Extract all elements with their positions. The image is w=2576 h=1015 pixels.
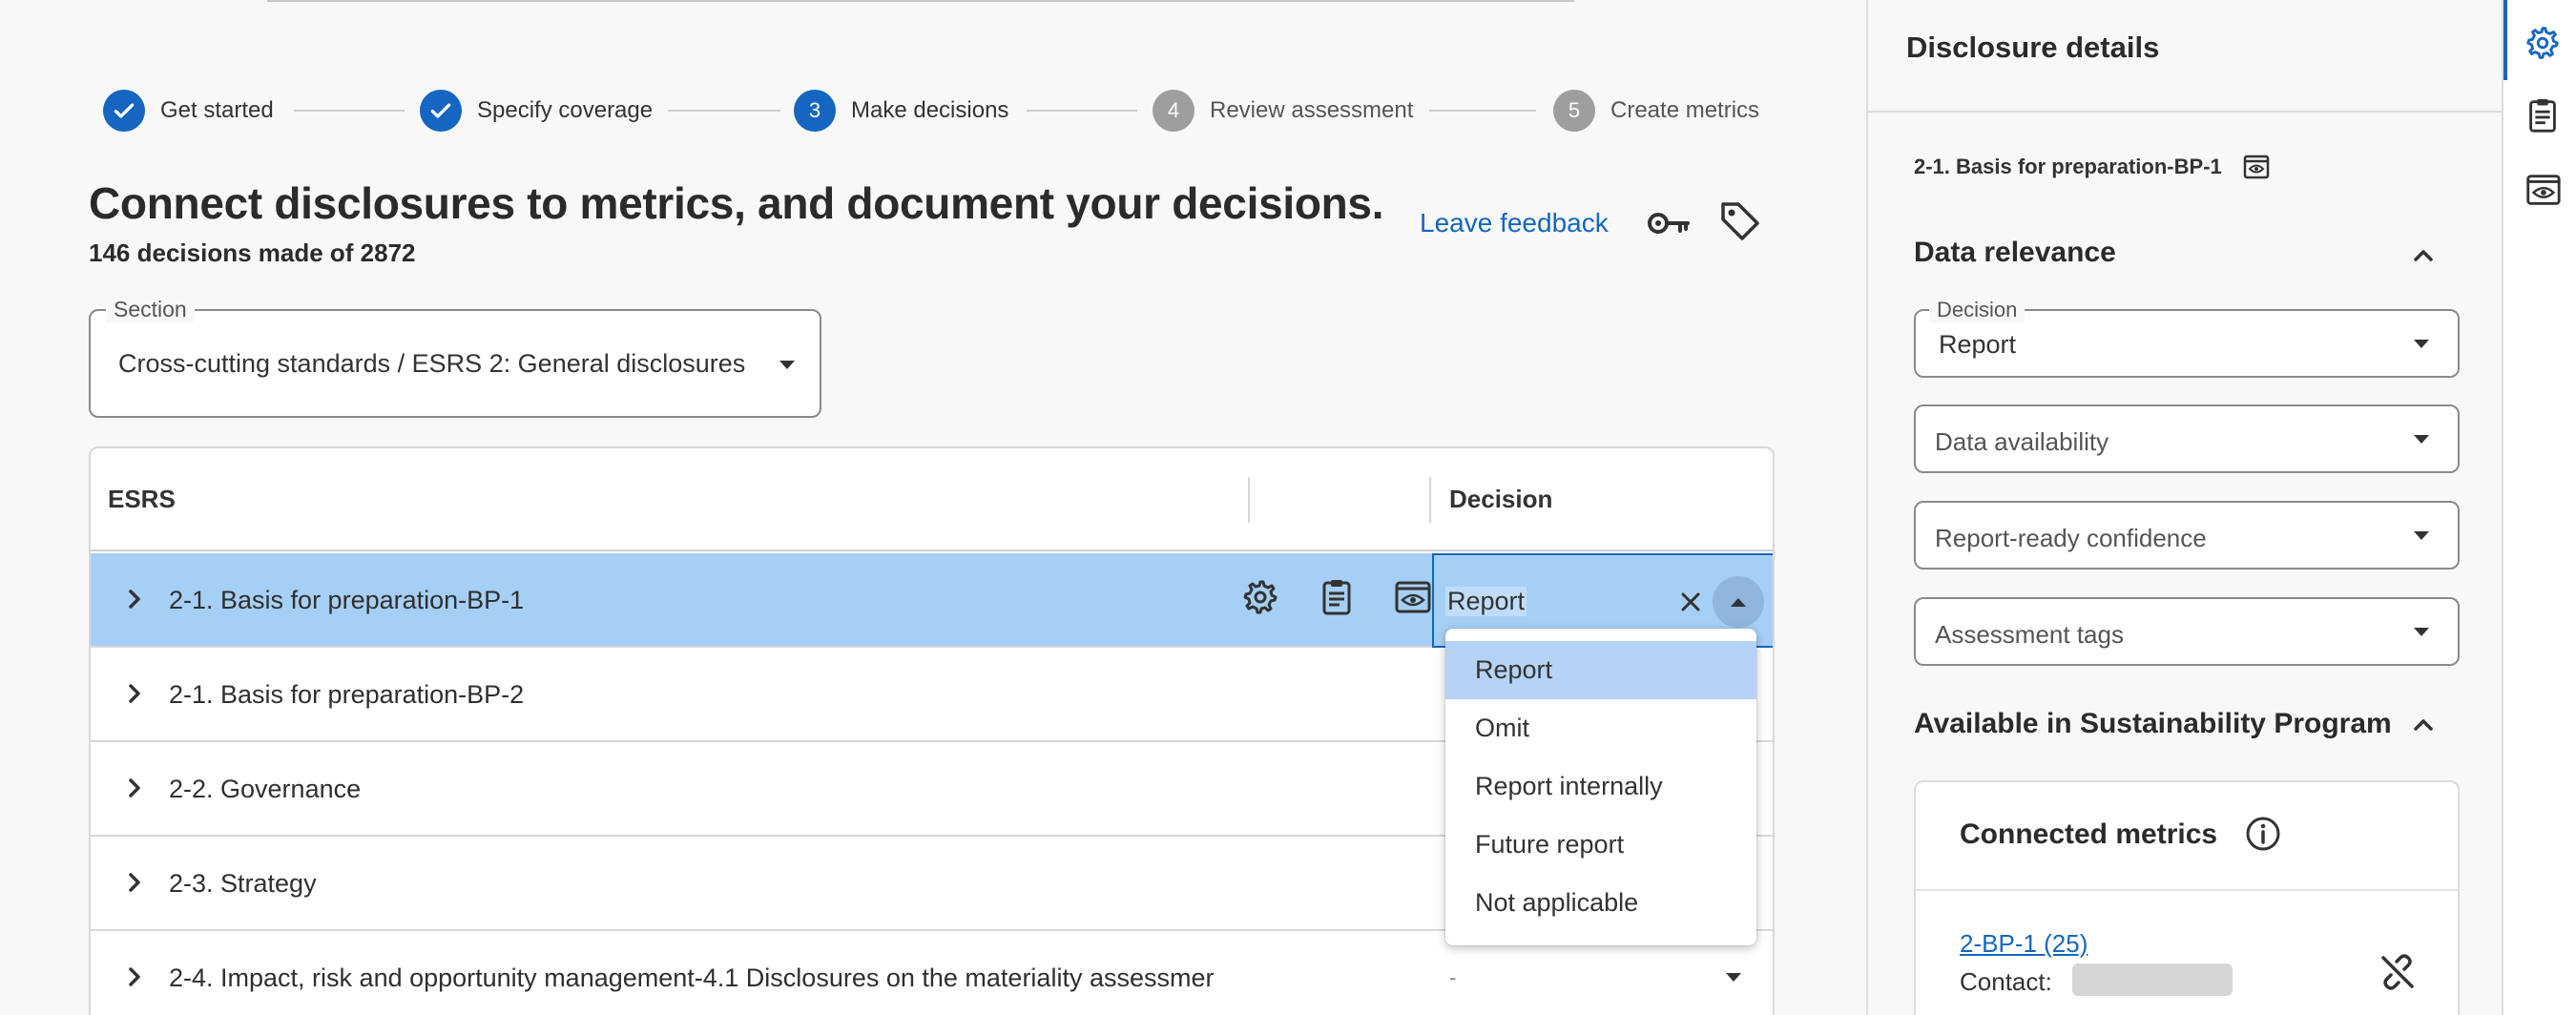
option-omit[interactable]: Omit xyxy=(1445,699,1756,757)
step-get-started[interactable]: Get started xyxy=(103,84,274,137)
top-progress-line xyxy=(267,0,1574,2)
step-label: Specify coverage xyxy=(477,97,654,123)
confidence-placeholder: Report-ready confidence xyxy=(1935,524,2207,552)
step-review-assessment[interactable]: 4 Review assessment xyxy=(1153,84,1413,137)
row-label: 2-4. Impact, risk and opportunity manage… xyxy=(169,963,1215,992)
data-availability-select[interactable]: Data availability xyxy=(1914,404,2460,473)
info-icon[interactable] xyxy=(2244,815,2282,853)
step-label: Review assessment xyxy=(1210,97,1414,123)
chevron-right-icon[interactable] xyxy=(121,680,148,707)
option-report[interactable]: Report xyxy=(1445,641,1756,699)
stepper: Get started Specify coverage 3 Make deci… xyxy=(0,84,1813,137)
step-label: Get started xyxy=(160,97,274,123)
step-make-decisions[interactable]: 3 Make decisions xyxy=(794,84,1008,137)
caret-down-icon[interactable] xyxy=(1726,973,1741,982)
column-separator xyxy=(1429,477,1431,523)
chevron-up-icon[interactable] xyxy=(2410,242,2437,269)
decision-select-label: Decision xyxy=(1929,298,2025,322)
sustainability-program-heading: Available in Sustainability Program xyxy=(1914,708,2392,739)
caret-down-icon xyxy=(779,361,795,369)
assessment-tags-placeholder: Assessment tags xyxy=(1935,620,2124,649)
option-not-applicable[interactable]: Not applicable xyxy=(1445,874,1756,932)
step-connector xyxy=(1027,110,1137,112)
row-label: 2-1. Basis for preparation-BP-2 xyxy=(169,680,525,709)
table-header: ESRS Decision xyxy=(91,448,1773,551)
step-connector xyxy=(668,110,780,112)
tag-icon[interactable] xyxy=(1717,198,1761,244)
clipboard-icon[interactable] xyxy=(2523,95,2563,135)
metric-link[interactable]: 2-BP-1 (25) xyxy=(1960,929,2088,959)
disclosure-details-panel: Disclosure details 2-1. Basis for prepar… xyxy=(1866,0,2502,1015)
caret-down-icon xyxy=(2414,628,2429,636)
disclosure-reference: 2-1. Basis for preparation-BP-1 xyxy=(1914,155,2222,178)
caret-up-icon xyxy=(1731,597,1746,607)
page-title: Connect disclosures to metrics, and docu… xyxy=(89,178,1384,228)
panel-title: Disclosure details xyxy=(1906,31,2160,64)
option-future-report[interactable]: Future report xyxy=(1445,816,1756,874)
key-icon[interactable] xyxy=(1645,202,1693,244)
section-select-value: Cross-cutting standards / ESRS 2: Genera… xyxy=(118,349,746,378)
connected-metrics-title: Connected metrics xyxy=(1960,818,2218,850)
panel-divider xyxy=(1868,111,2502,113)
decision-input-value[interactable]: Report xyxy=(1445,587,1527,616)
unlink-icon[interactable] xyxy=(2378,952,2418,992)
caret-down-icon xyxy=(2414,435,2429,444)
redacted-contact xyxy=(2072,963,2233,996)
active-indicator xyxy=(2503,0,2507,80)
check-icon xyxy=(103,90,145,132)
chevron-up-icon[interactable] xyxy=(2410,712,2437,738)
close-icon[interactable] xyxy=(1676,588,1705,616)
preview-icon[interactable] xyxy=(1392,576,1432,618)
step-label: Make decisions xyxy=(851,97,1009,123)
leave-feedback-link[interactable]: Leave feedback xyxy=(1420,208,1609,238)
decision-select-value: Report xyxy=(1939,330,2017,359)
caret-down-icon xyxy=(2414,531,2429,540)
collapse-dropdown-button[interactable] xyxy=(1713,576,1764,628)
decision-options-list: Report Omit Report internally Future rep… xyxy=(1445,629,1756,945)
column-header-esrs: ESRS xyxy=(108,485,176,513)
preview-icon[interactable] xyxy=(2242,153,2271,181)
section-select[interactable]: Section Cross-cutting standards / ESRS 2… xyxy=(89,297,821,418)
data-relevance-heading: Data relevance xyxy=(1914,237,2116,268)
chevron-right-icon[interactable] xyxy=(121,963,148,990)
clipboard-icon[interactable] xyxy=(1317,576,1357,618)
check-icon xyxy=(420,90,462,132)
gear-icon[interactable] xyxy=(1240,576,1280,618)
side-icon-rail xyxy=(2502,0,2576,1015)
contact-label: Contact: xyxy=(1960,967,2052,996)
data-availability-placeholder: Data availability xyxy=(1935,427,2109,456)
row-decision-value: - xyxy=(1449,965,1457,989)
decision-select[interactable]: Decision Report xyxy=(1914,298,2460,378)
row-label: 2-1. Basis for preparation-BP-1 xyxy=(169,586,525,614)
chevron-right-icon[interactable] xyxy=(121,775,148,801)
step-specify-coverage[interactable]: Specify coverage xyxy=(420,84,653,137)
step-number: 3 xyxy=(794,90,836,132)
assessment-tags-select[interactable]: Assessment tags xyxy=(1914,597,2460,666)
decision-count: 146 decisions made of 2872 xyxy=(89,238,416,267)
row-label: 2-2. Governance xyxy=(169,775,362,803)
connected-metrics-card: Connected metrics 2-BP-1 (25) Contact: xyxy=(1914,780,2460,1015)
option-report-internally[interactable]: Report internally xyxy=(1445,757,1756,816)
preview-icon[interactable] xyxy=(2523,170,2563,210)
card-divider xyxy=(1916,889,2458,891)
step-number: 5 xyxy=(1553,90,1595,132)
step-number: 4 xyxy=(1153,90,1195,132)
step-create-metrics[interactable]: 5 Create metrics xyxy=(1553,84,1759,137)
step-label: Create metrics xyxy=(1610,97,1760,123)
chevron-right-icon[interactable] xyxy=(121,869,148,896)
chevron-right-icon[interactable] xyxy=(121,586,148,612)
step-connector xyxy=(294,110,405,112)
column-header-decision: Decision xyxy=(1449,485,1553,513)
caret-down-icon xyxy=(2414,340,2429,348)
section-select-label: Section xyxy=(106,297,195,322)
step-connector xyxy=(1429,110,1536,112)
gear-icon[interactable] xyxy=(2523,23,2563,63)
report-ready-confidence-select[interactable]: Report-ready confidence xyxy=(1914,501,2460,570)
row-label: 2-3. Strategy xyxy=(169,869,317,898)
column-separator xyxy=(1248,477,1250,523)
